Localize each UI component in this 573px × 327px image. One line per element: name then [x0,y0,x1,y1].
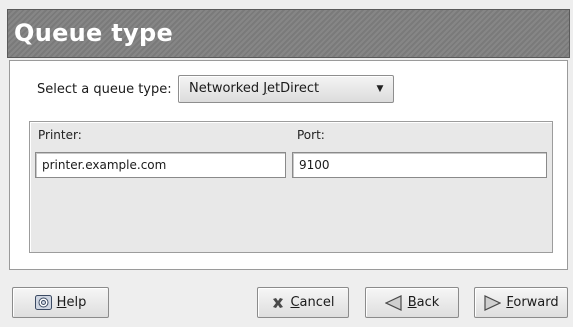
queue-type-select[interactable]: Networked JetDirect ▼ [178,75,394,103]
arrow-left-icon [384,294,403,311]
chevron-down-icon: ▼ [376,84,384,94]
cancel-button[interactable]: Cancel [257,287,349,318]
port-input[interactable] [292,152,547,178]
printer-input[interactable] [35,152,286,178]
back-button[interactable]: Back [365,287,459,318]
cancel-button-label: Cancel [290,295,335,310]
help-button[interactable]: Help [12,287,109,318]
page-title: Queue type [14,19,174,47]
printer-label: Printer: [38,128,82,142]
connection-settings-panel [29,121,553,253]
help-button-label: Help [56,295,87,310]
forward-button-label: Forward [506,295,559,310]
port-label: Port: [297,128,325,142]
close-icon [271,296,285,310]
queue-type-selected: Networked JetDirect [189,81,320,96]
arrow-right-icon [483,294,502,311]
help-icon [34,295,52,310]
back-button-label: Back [407,295,440,310]
forward-button[interactable]: Forward [474,287,568,318]
title-banner: Queue type [7,9,570,58]
queue-type-label: Select a queue type: [37,82,172,97]
